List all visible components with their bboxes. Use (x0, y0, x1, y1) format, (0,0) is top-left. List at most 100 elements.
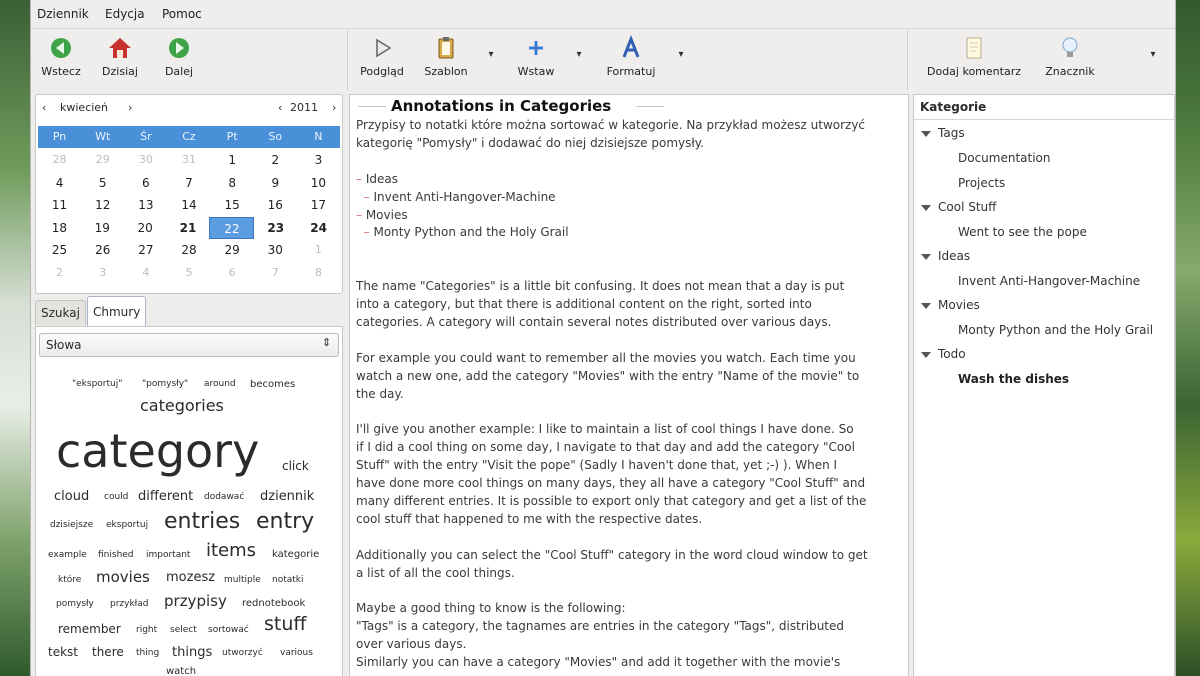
cloud-word[interactable]: movies (96, 568, 150, 586)
calendar-day[interactable]: 24 (297, 217, 340, 240)
cloud-word[interactable]: various (280, 648, 313, 658)
calendar-day[interactable]: 15 (211, 194, 254, 217)
cloud-word[interactable]: dodawać (204, 492, 244, 502)
cloud-word[interactable]: different (138, 489, 193, 504)
cloud-word[interactable]: things (172, 645, 212, 660)
calendar-day[interactable]: 2 (38, 262, 81, 285)
template-dropdown-icon[interactable]: ▾ (485, 49, 497, 61)
calendar-day[interactable]: 29 (81, 149, 124, 172)
calendar-day[interactable]: 1 (211, 149, 254, 172)
cloud-word[interactable]: "eksportuj" (72, 379, 122, 389)
cloud-word[interactable]: kategorie (272, 549, 319, 560)
calendar-day[interactable]: 19 (81, 217, 124, 240)
insert-dropdown-icon[interactable]: ▾ (573, 49, 585, 61)
format-dropdown-icon[interactable]: ▾ (675, 49, 687, 61)
calendar-day[interactable]: 16 (254, 194, 297, 217)
cloud-word[interactable]: entries (164, 509, 240, 534)
calendar-day[interactable]: 29 (211, 239, 254, 262)
today-button[interactable]: Dzisiaj (91, 29, 149, 89)
tab-clouds[interactable]: Chmury (87, 296, 147, 326)
calendar-day[interactable]: 27 (124, 239, 167, 262)
calendar-day[interactable]: 28 (167, 239, 210, 262)
calendar-day[interactable]: 2 (254, 149, 297, 172)
entry-wash-dishes[interactable]: Wash the dishes (958, 372, 1069, 386)
menu-dziennik[interactable]: Dziennik (37, 7, 89, 21)
calendar-day[interactable]: 6 (211, 262, 254, 285)
entry-text[interactable]: Przypisy to notatki które można sortować… (356, 117, 902, 672)
calendar-day[interactable]: 11 (38, 194, 81, 217)
category-todo[interactable]: Todo (938, 347, 966, 361)
calendar-day[interactable]: 25 (38, 239, 81, 262)
calendar-day[interactable]: 7 (167, 172, 210, 195)
calendar-day[interactable]: 18 (38, 217, 81, 240)
cloud-word[interactable]: sortować (208, 625, 249, 635)
cloud-word[interactable]: tekst (48, 645, 78, 659)
cloud-word[interactable]: notatki (272, 575, 304, 585)
cloud-word[interactable]: thing (136, 648, 159, 658)
cloud-word[interactable]: items (206, 540, 256, 561)
preview-button[interactable]: Podgląd (353, 29, 411, 89)
prev-year-icon[interactable]: ‹ (278, 101, 282, 114)
tab-search[interactable]: Szukaj (35, 300, 86, 325)
calendar-day[interactable]: 3 (297, 149, 340, 172)
cloud-word[interactable]: pomysły (56, 599, 94, 609)
cloud-word[interactable]: categories (140, 396, 224, 415)
cloud-word[interactable]: eksportuj (106, 520, 148, 530)
menu-pomoc[interactable]: Pomoc (162, 7, 202, 21)
category-tags[interactable]: Tags (938, 126, 965, 140)
cloud-word[interactable]: becomes (250, 379, 295, 390)
calendar-day[interactable]: 30 (254, 239, 297, 262)
calendar-day[interactable]: 8 (211, 172, 254, 195)
calendar-day[interactable]: 5 (81, 172, 124, 195)
calendar-day[interactable]: 4 (124, 262, 167, 285)
calendar-day[interactable]: 14 (167, 194, 210, 217)
cloud-word[interactable]: cloud (54, 489, 89, 504)
cloud-word[interactable]: które (58, 575, 81, 585)
calendar-day[interactable]: 6 (124, 172, 167, 195)
overflow-menu-icon[interactable]: ▾ (1147, 49, 1159, 61)
cloud-word[interactable]: select (170, 625, 197, 635)
cloud-word[interactable]: dzisiejsze (50, 520, 93, 530)
calendar-day[interactable]: 7 (254, 262, 297, 285)
prev-month-icon[interactable]: ‹ (42, 101, 46, 114)
cloud-word[interactable]: przypisy (164, 592, 227, 610)
add-comment-button[interactable]: Dodaj komentarz (919, 29, 1029, 89)
calendar-day[interactable]: 31 (167, 149, 210, 172)
tag-button[interactable]: Znacznik (1035, 29, 1105, 89)
cloud-word[interactable]: mozesz (166, 570, 215, 585)
expand-icon[interactable] (921, 303, 931, 309)
cloud-word[interactable]: around (204, 379, 236, 389)
calendar-day[interactable]: 9 (254, 172, 297, 195)
calendar-day[interactable]: 5 (167, 262, 210, 285)
expand-icon[interactable] (921, 205, 931, 211)
forward-button[interactable]: Dalej (151, 29, 207, 89)
cloud-word[interactable]: "pomysły" (142, 379, 188, 389)
insert-button[interactable]: Wstaw (505, 29, 567, 89)
cloud-word[interactable]: click (282, 459, 309, 473)
entry-invent[interactable]: Invent Anti-Hangover-Machine (958, 274, 1140, 288)
cloud-word[interactable]: multiple (224, 575, 261, 585)
cloud-word[interactable]: utworzyć (222, 648, 263, 658)
cloud-word[interactable]: finished (98, 550, 134, 560)
cloud-word[interactable]: remember (58, 622, 121, 636)
calendar-day[interactable]: 12 (81, 194, 124, 217)
cloud-word[interactable]: example (48, 550, 87, 560)
calendar-year[interactable]: 2011 (290, 101, 318, 114)
calendar-day[interactable]: 13 (124, 194, 167, 217)
cloud-word[interactable]: category (56, 425, 259, 477)
entry-pope[interactable]: Went to see the pope (958, 225, 1087, 239)
cloud-word[interactable]: entry (256, 509, 314, 534)
cloud-word[interactable]: watch (166, 666, 196, 676)
calendar-day[interactable]: 30 (124, 149, 167, 172)
cloud-word[interactable]: rednotebook (242, 598, 305, 609)
cloud-word[interactable]: stuff (264, 613, 306, 635)
calendar-day[interactable]: 20 (124, 217, 167, 240)
expand-icon[interactable] (921, 254, 931, 260)
calendar-day[interactable]: 17 (297, 194, 340, 217)
back-button[interactable]: Wstecz (33, 29, 89, 89)
category-movies[interactable]: Movies (938, 298, 980, 312)
next-month-icon[interactable]: › (128, 101, 132, 114)
format-button[interactable]: Formatuj (595, 29, 667, 89)
calendar-day[interactable]: 28 (38, 149, 81, 172)
expand-icon[interactable] (921, 131, 931, 137)
